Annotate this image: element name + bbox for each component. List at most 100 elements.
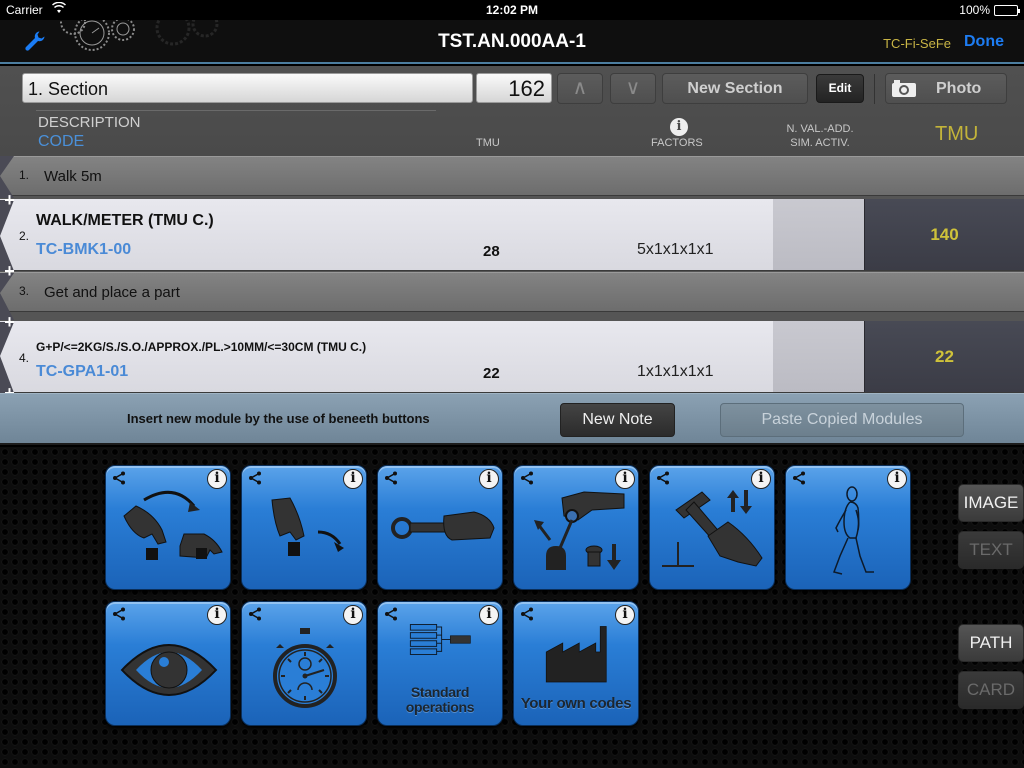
column-header-non-value-added: N. VAL.-ADD. SIM. ACTIV. [782, 122, 858, 150]
note-text: Walk 5m [44, 168, 102, 185]
note-row[interactable]: 3. Get and place a part [0, 272, 1024, 312]
insert-plus-icon[interactable]: + [3, 313, 16, 331]
tile-own-codes[interactable]: i Your own codes [513, 601, 639, 726]
hammer-hand-icon [662, 490, 763, 567]
insert-plus-icon[interactable]: + [3, 262, 16, 280]
module-palette: i i i i i i i i i Standard operations i … [0, 447, 1024, 768]
total-tmu-cell: 22 [864, 321, 1024, 392]
hierarchy-icon [409, 624, 471, 655]
hand-release-icon [271, 497, 344, 556]
total-tmu-value: 22 [935, 347, 954, 366]
chevron-up-icon: ∧ [572, 77, 588, 99]
nva-line-1: N. VAL.-ADD. [786, 123, 854, 135]
hand-move-object-icon [123, 490, 223, 560]
move-down-button[interactable]: ∨ [610, 73, 656, 104]
column-header-tmu-total: TMU [935, 123, 979, 145]
tile-process-time[interactable]: i [241, 601, 367, 726]
new-note-button[interactable]: New Note [560, 403, 675, 437]
factors-info-icon[interactable]: i [670, 118, 688, 136]
toolbar-divider [874, 74, 875, 104]
status-bar: Carrier 12:02 PM 100% [0, 0, 1024, 20]
insert-plus-icon[interactable]: + [3, 191, 16, 209]
tile-caption: Standard operations [405, 684, 475, 715]
share-icon[interactable] [520, 471, 534, 485]
camera-icon [892, 80, 916, 97]
section-toolbar: 1. Section 162 ∧ ∨ New Section Edit Phot… [0, 66, 1024, 156]
non-value-added-cell[interactable] [773, 199, 864, 270]
lever-button-icon [534, 491, 625, 570]
module-code: TC-BMK1-00 [36, 241, 132, 258]
share-icon[interactable] [112, 607, 126, 621]
tile-hammer[interactable]: i [649, 465, 775, 590]
stopwatch-icon [273, 628, 337, 708]
module-list: 1. Walk 5m 2. WALK/METER (TMU C.) TC-BMK… [0, 156, 1024, 393]
tile-walk[interactable]: i [785, 465, 911, 590]
clock: 12:02 PM [485, 3, 539, 17]
tile-visual-check[interactable]: i [105, 601, 231, 726]
image-view-button[interactable]: IMAGE [958, 484, 1024, 522]
tile-caption: Your own codes [520, 695, 632, 712]
text-view-button[interactable]: TEXT [958, 531, 1024, 569]
photo-label: Photo [936, 80, 982, 97]
tile-get-and-place[interactable]: i [105, 465, 231, 590]
page-title: TST.AN.000AA-1 [438, 31, 586, 52]
navigation-bar: TST.AN.000AA-1 TC-Fi-SeFe Done [0, 20, 1024, 64]
row-number: 2. [19, 229, 30, 243]
nva-line-2: SIM. ACTIV. [790, 137, 850, 149]
module-row[interactable]: 2. WALK/METER (TMU C.) TC-BMK1-00 28 5x1… [0, 199, 1024, 271]
module-tmu: 28 [483, 243, 500, 260]
move-up-button[interactable]: ∧ [557, 73, 603, 104]
photo-button[interactable]: Photo [885, 73, 1007, 104]
done-button[interactable]: Done [964, 33, 1004, 51]
column-header-tmu: TMU [476, 137, 500, 149]
module-code: TC-GPA1-01 [36, 363, 129, 380]
row-number: 3. [19, 284, 30, 298]
section-name-field[interactable]: 1. Section [22, 73, 473, 103]
header-divider [36, 110, 436, 111]
module-description: G+P/<=2KG/S./S.O./APPROX./PL.>10MM/<=30C… [36, 340, 367, 354]
section-tmu-total: 162 [476, 73, 552, 103]
note-text: Get and place a part [44, 284, 180, 301]
new-section-button[interactable]: New Section [662, 73, 808, 104]
row-number: 1. [19, 168, 30, 182]
non-value-added-cell[interactable] [773, 321, 864, 392]
insert-hint: Insert new module by the use of beneeth … [127, 411, 430, 426]
total-tmu-value: 140 [930, 225, 959, 244]
factory-icon [545, 626, 607, 683]
module-description: WALK/METER (TMU C.) [36, 212, 214, 229]
share-icon[interactable] [792, 471, 806, 485]
column-header-factors: FACTORS [651, 137, 703, 149]
walking-person-icon [833, 486, 874, 575]
module-tmu: 22 [483, 365, 500, 382]
tile-standard-operations[interactable]: i Standard operations [377, 601, 503, 726]
battery-percentage: 100% [959, 3, 990, 17]
paste-copied-modules-button[interactable]: Paste Copied Modules [720, 403, 964, 437]
share-icon[interactable] [656, 471, 670, 485]
user-code-label: TC-Fi-SeFe [883, 36, 951, 51]
column-header-code: CODE [38, 133, 85, 150]
share-icon[interactable] [248, 607, 262, 621]
note-row[interactable]: 1. Walk 5m [0, 156, 1024, 196]
path-view-button[interactable]: PATH [958, 624, 1024, 662]
module-factors: 5x1x1x1x1 [637, 241, 714, 258]
chevron-down-icon: ∨ [625, 77, 641, 99]
module-factors: 1x1x1x1x1 [637, 363, 714, 380]
tile-place[interactable]: i [241, 465, 367, 590]
tile-operate-controls[interactable]: i [513, 465, 639, 590]
wrench-hand-icon [391, 511, 495, 541]
column-header-description: DESCRIPTION [38, 114, 141, 131]
share-icon[interactable] [112, 471, 126, 485]
eye-icon [120, 644, 218, 696]
insert-bar: Insert new module by the use of beneeth … [0, 393, 1024, 445]
module-row[interactable]: 4. G+P/<=2KG/S./S.O./APPROX./PL.>10MM/<=… [0, 321, 1024, 393]
edit-button[interactable]: Edit [816, 74, 864, 103]
card-view-button[interactable]: CARD [958, 671, 1024, 709]
share-icon[interactable] [384, 607, 398, 621]
share-icon[interactable] [248, 471, 262, 485]
share-icon[interactable] [384, 471, 398, 485]
tile-tool-use[interactable]: i [377, 465, 503, 590]
battery-icon [994, 5, 1020, 16]
total-tmu-cell: 140 [864, 199, 1024, 270]
share-icon[interactable] [520, 607, 534, 621]
row-number: 4. [19, 351, 30, 365]
